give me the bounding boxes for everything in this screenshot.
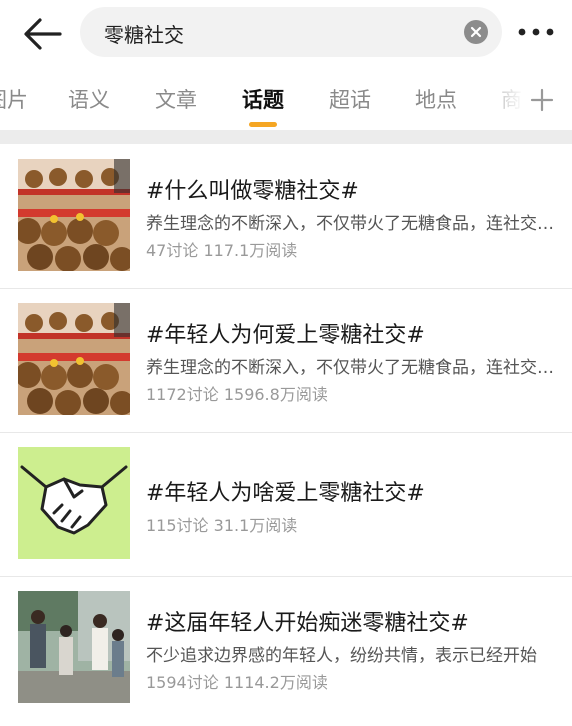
active-tab-indicator (249, 122, 277, 127)
search-field[interactable]: 零糖社交 (80, 7, 502, 57)
discussion-count: 47讨论 (146, 241, 199, 260)
tab-super-topics[interactable]: 超话 (329, 84, 371, 114)
topic-title: #年轻人为啥爱上零糖社交# (146, 481, 425, 506)
tab-semantic[interactable]: 语义 (68, 84, 110, 114)
topic-item[interactable]: #什么叫做零糖社交# 养生理念的不断深入，不仅带火了无糖食品，连社交也开始无糖化… (0, 145, 572, 289)
read-count: 31.1万阅读 (213, 516, 298, 535)
tab-images[interactable]: 图片 (0, 84, 28, 114)
topic-stats: 47讨论 117.1万阅读 (146, 237, 297, 261)
discussion-count: 1172讨论 (146, 385, 219, 404)
people-photo-image (18, 591, 130, 703)
topic-title: #这届年轻人开始痴迷零糖社交# (146, 611, 469, 636)
topic-item[interactable]: #年轻人为啥爱上零糖社交# 115讨论 31.1万阅读 (0, 433, 572, 577)
discussion-count: 1594讨论 (146, 673, 219, 692)
search-input[interactable]: 零糖社交 (104, 19, 184, 48)
discussion-count: 115讨论 (146, 516, 209, 535)
topic-stats: 1172讨论 1596.8万阅读 (146, 381, 328, 405)
back-arrow-icon[interactable] (20, 14, 64, 54)
topic-item[interactable]: #年轻人为何爱上零糖社交# 养生理念的不断深入，不仅带火了无糖食品，连社交也开始… (0, 289, 572, 433)
tab-places[interactable]: 地点 (415, 84, 457, 114)
topic-stats: 1594讨论 1114.2万阅读 (146, 669, 328, 693)
read-count: 1114.2万阅读 (223, 673, 328, 692)
more-icon[interactable] (518, 24, 554, 38)
topic-title: #年轻人为何爱上零糖社交# (146, 323, 425, 348)
top-bar: 零糖社交 (0, 0, 572, 64)
read-count: 117.1万阅读 (203, 241, 298, 260)
tab-articles[interactable]: 文章 (155, 84, 197, 114)
topic-desc: 养生理念的不断深入，不仅带火了无糖食品，连社交也开始无糖化 (146, 358, 556, 378)
topic-desc: 不少追求边界感的年轻人，纷纷共情，表示已经开始 (146, 646, 537, 666)
tabs-fade (470, 76, 524, 124)
handshake-icon (18, 447, 130, 559)
read-count: 1596.8万阅读 (223, 385, 328, 404)
add-tab-icon[interactable] (524, 84, 560, 116)
topic-stats: 115讨论 31.1万阅读 (146, 512, 297, 536)
section-divider (0, 130, 572, 144)
plush-toys-image (18, 303, 130, 415)
topic-desc: 养生理念的不断深入，不仅带火了无糖食品，连社交也开始无糖化 (146, 214, 556, 234)
tab-topics[interactable]: 话题 (242, 84, 284, 114)
plush-toys-image (18, 159, 130, 271)
clear-icon[interactable] (464, 20, 488, 44)
topic-item[interactable]: #这届年轻人开始痴迷零糖社交# 不少追求边界感的年轻人，纷纷共情，表示已经开始 … (0, 577, 572, 721)
topic-title: #什么叫做零糖社交# (146, 179, 359, 204)
